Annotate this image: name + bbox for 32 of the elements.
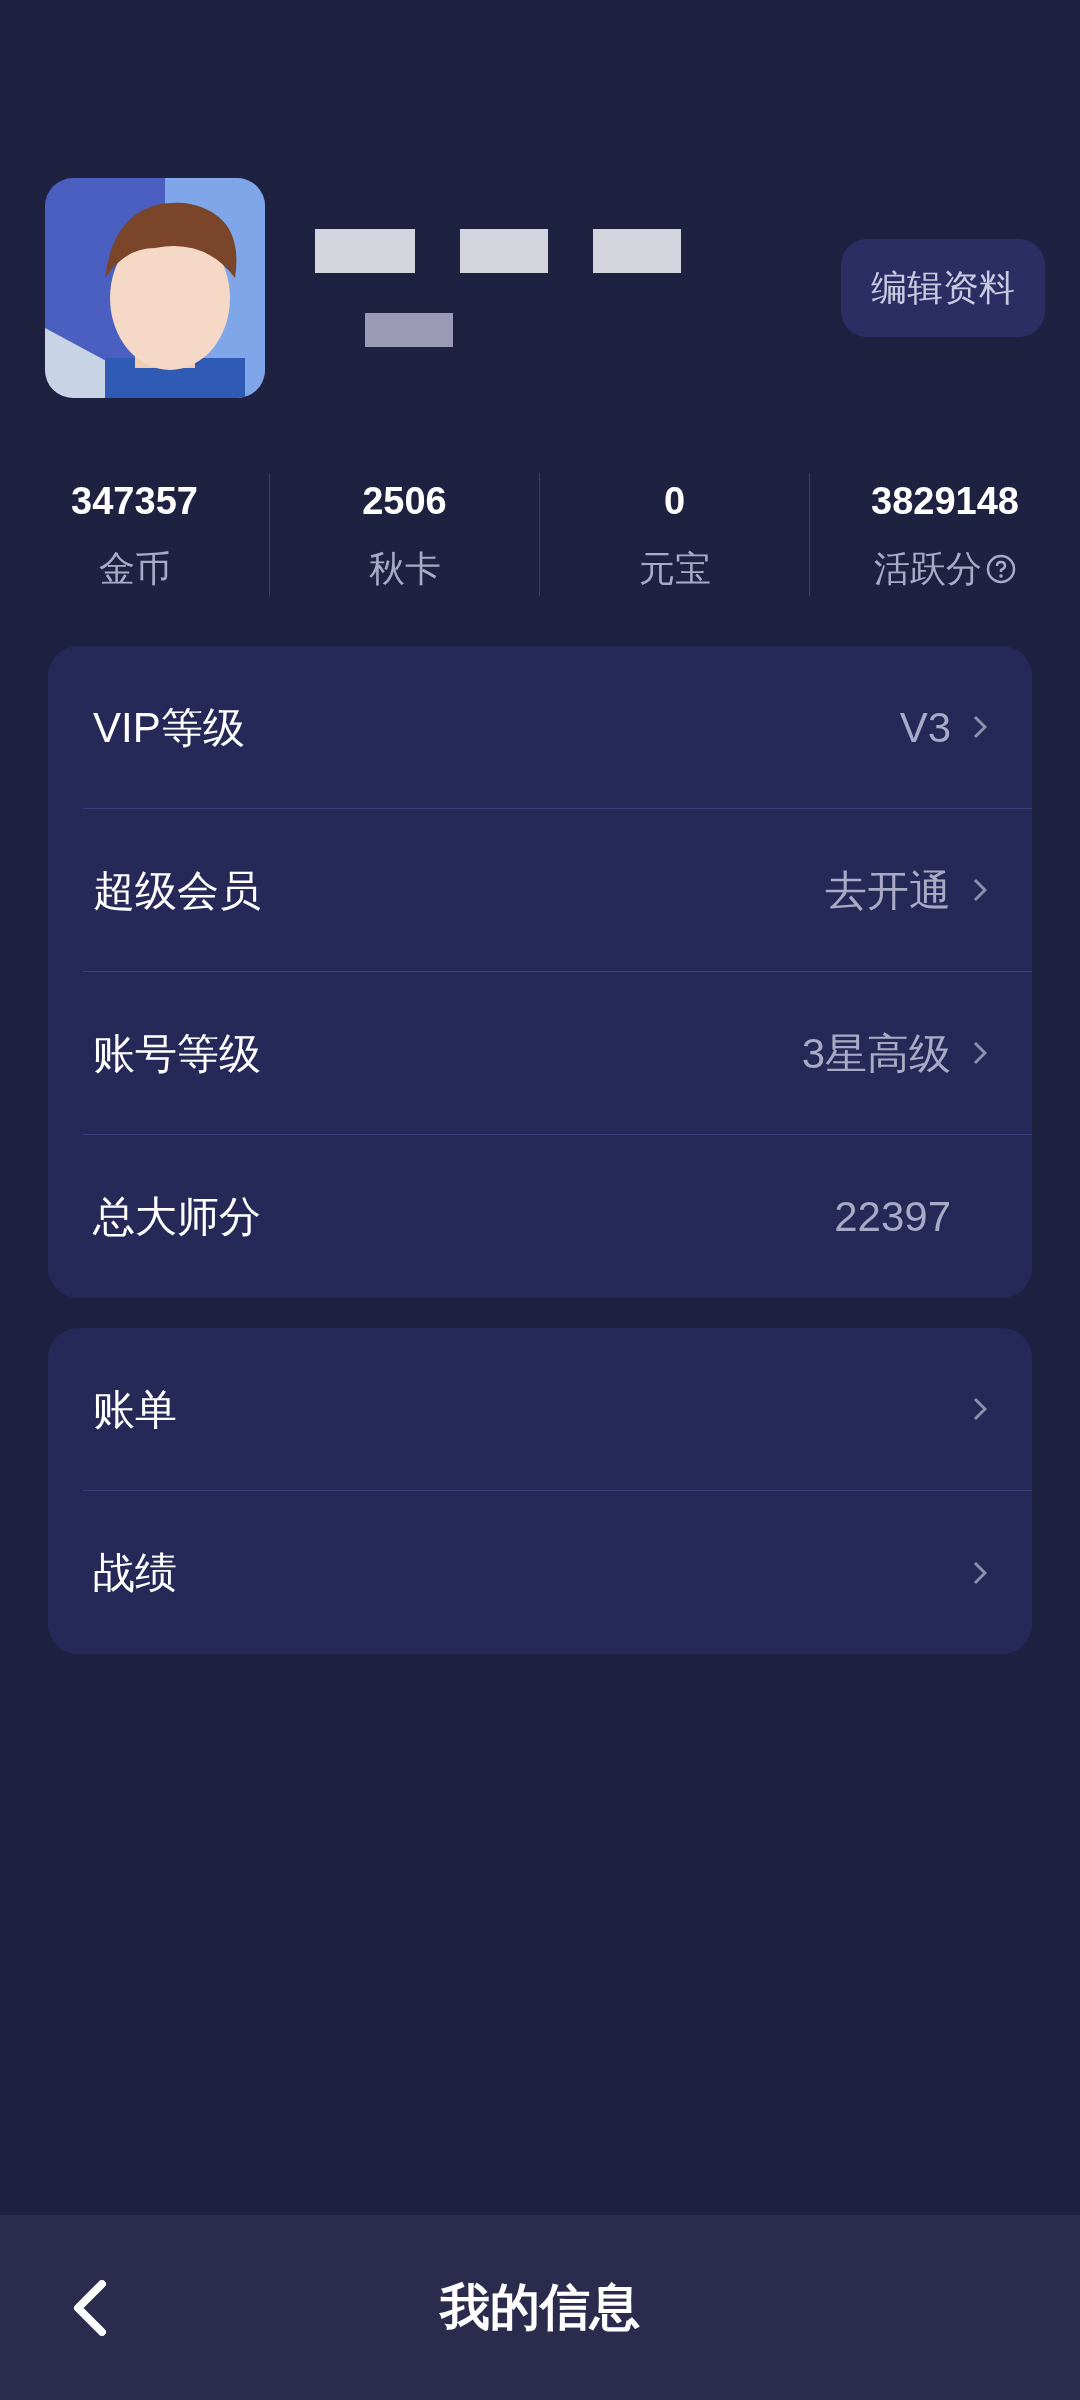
- row-label: 账号等级: [93, 1028, 262, 1079]
- chevron-icon: [973, 1041, 987, 1065]
- row-label: 战绩: [93, 1548, 178, 1598]
- stat-label: 活跃分: [874, 547, 982, 591]
- stat-value: 3829148: [871, 479, 1019, 524]
- help-icon[interactable]: [986, 554, 1016, 584]
- row-label: 总大师分: [93, 1192, 262, 1242]
- page-title: 我的信息: [440, 2278, 640, 2337]
- stat-value: 0: [663, 479, 686, 524]
- list-row[interactable]: 账号等级 3星高级: [83, 972, 1032, 1135]
- chevron-icon: [973, 1397, 987, 1421]
- stat-value: 2506: [362, 479, 447, 524]
- chevron-icon: [973, 878, 987, 902]
- list-row[interactable]: VIP等级 V3: [83, 646, 1032, 809]
- row-label: 超级会员: [93, 865, 262, 916]
- stat-label: 元宝: [638, 547, 711, 591]
- chevron-icon: [973, 715, 987, 739]
- list-row[interactable]: 超级会员 去开通: [83, 809, 1032, 972]
- row-value: 22397: [834, 1192, 951, 1242]
- edit-profile-button[interactable]: 编辑资料: [841, 239, 1045, 337]
- list-row[interactable]: 战绩: [83, 1491, 1032, 1654]
- row-value: 去开通: [825, 865, 951, 916]
- row-value: 3星高级: [801, 1028, 951, 1079]
- row-label: 账单: [93, 1384, 178, 1435]
- stat-label: 秋卡: [368, 547, 441, 591]
- list-row[interactable]: 账单: [83, 1328, 1032, 1491]
- list-row[interactable]: 总大师分 22397: [83, 1135, 1032, 1298]
- stat-value: 347357: [71, 479, 198, 524]
- stat-label: 金币: [98, 547, 171, 591]
- row-value: V3: [899, 702, 951, 753]
- row-label: VIP等级: [93, 702, 246, 753]
- chevron-icon: [973, 1560, 987, 1585]
